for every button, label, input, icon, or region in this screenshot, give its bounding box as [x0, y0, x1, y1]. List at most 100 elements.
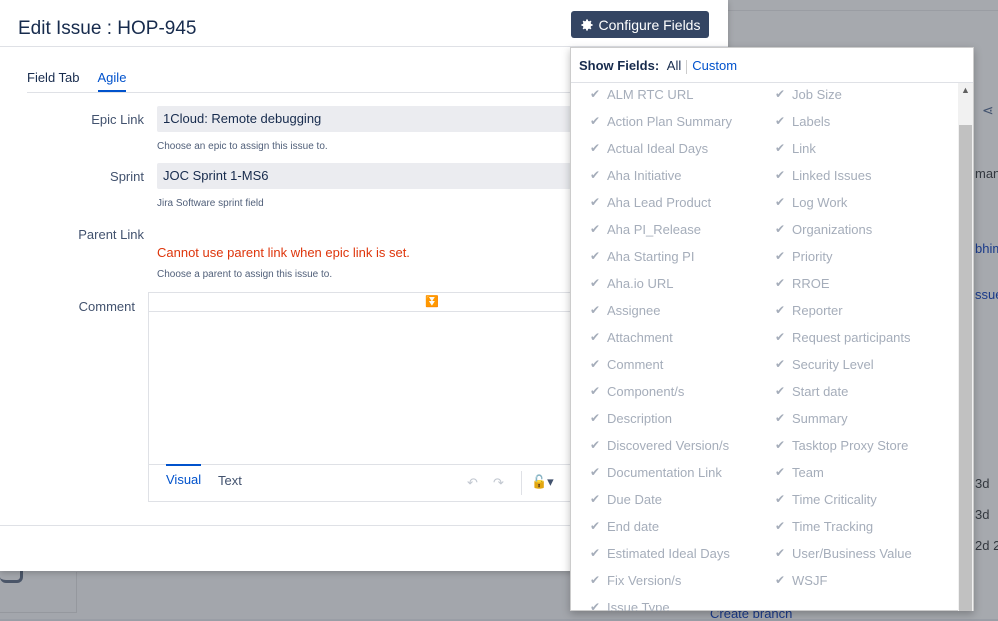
expand-toolbar-icon[interactable]: ⏬ — [425, 295, 439, 308]
field-option[interactable]: ✔ Summary — [774, 408, 848, 428]
field-option[interactable]: ✔ WSJF — [774, 570, 827, 590]
configure-fields-button[interactable]: Configure Fields — [571, 11, 709, 38]
checkmark-icon: ✔ — [589, 600, 601, 611]
field-option[interactable]: ✔ Estimated Ideal Days — [589, 543, 730, 563]
field-option[interactable]: ✔ Log Work — [774, 192, 847, 212]
field-option[interactable]: ✔ Due Date — [589, 489, 662, 509]
field-option-label: Security Level — [792, 356, 874, 372]
field-option[interactable]: ✔ User/Business Value — [774, 543, 912, 563]
popup-scrollbar[interactable]: ▲ — [958, 83, 973, 611]
field-option[interactable]: ✔ Aha Lead Product — [589, 192, 711, 212]
show-all-toggle[interactable]: All — [667, 58, 681, 73]
field-option[interactable]: ✔ Time Tracking — [774, 516, 873, 536]
field-option[interactable]: ✔ Action Plan Summary — [589, 111, 732, 131]
field-option[interactable]: ✔ Discovered Version/s — [589, 435, 729, 455]
checkmark-icon: ✔ — [589, 438, 601, 452]
field-option-label: Team — [792, 464, 824, 480]
field-option[interactable]: ✔ Attachment — [589, 327, 673, 347]
scroll-thumb[interactable] — [959, 125, 972, 611]
tab-field-tab[interactable]: Field Tab — [27, 70, 80, 92]
epic-link-field[interactable]: 1Cloud: Remote debugging — [157, 106, 577, 132]
field-option-label: Due Date — [607, 491, 662, 507]
sprint-help: Jira Software sprint field — [157, 198, 264, 209]
background-text-fragment: 3d — [975, 507, 990, 522]
field-option-label: Organizations — [792, 221, 873, 237]
parent-link-help: Choose a parent to assign this issue to. — [157, 269, 333, 280]
field-option[interactable]: ✔ Fix Version/s — [589, 570, 681, 590]
field-option[interactable]: ✔ Tasktop Proxy Store — [774, 435, 908, 455]
field-option[interactable]: ✔ Issue Type — [589, 597, 670, 612]
checkmark-icon: ✔ — [774, 573, 786, 587]
field-option[interactable]: ✔ Team — [774, 462, 824, 482]
checkmark-icon: ✔ — [589, 357, 601, 371]
field-option[interactable]: ✔ Aha.io URL — [589, 273, 674, 293]
parent-link-label: Parent Link — [78, 227, 144, 242]
tab-agile[interactable]: Agile — [97, 70, 127, 92]
header-separator — [686, 59, 688, 74]
checkmark-icon: ✔ — [589, 519, 601, 533]
checkmark-icon: ✔ — [774, 546, 786, 560]
field-option[interactable]: ✔ Aha Initiative — [589, 165, 681, 185]
field-option[interactable]: ✔ Job Size — [774, 84, 842, 104]
field-option[interactable]: ✔ RROE — [774, 273, 830, 293]
field-option[interactable]: ✔ Documentation Link — [589, 462, 722, 482]
field-option[interactable]: ✔ Aha PI_Release — [589, 219, 701, 239]
field-option[interactable]: ✔ Organizations — [774, 219, 872, 239]
checkmark-icon: ✔ — [589, 195, 601, 209]
show-custom-toggle[interactable]: Custom — [692, 58, 737, 73]
field-option-label: Aha Initiative — [607, 167, 682, 183]
field-option-label: Time Criticality — [792, 491, 877, 507]
comment-editor[interactable]: ⏬ Visual Text ↶ ↷ 🔓▾ — [148, 292, 578, 502]
checkmark-icon: ✔ — [774, 330, 786, 344]
show-fields-label: Show Fields: — [579, 58, 660, 73]
field-option[interactable]: ✔ Security Level — [774, 354, 874, 374]
field-option[interactable]: ✔ End date — [589, 516, 659, 536]
field-option-label: Linked Issues — [792, 167, 872, 183]
field-option-label: Priority — [792, 248, 833, 264]
field-option-label: Issue Type — [607, 599, 670, 612]
field-option[interactable]: ✔ Aha Starting PI — [589, 246, 694, 266]
undo-icon[interactable]: ↶ — [467, 475, 478, 491]
field-option-label: Aha Lead Product — [607, 194, 712, 210]
toolbar-separator — [521, 471, 522, 495]
checkmark-icon: ✔ — [774, 303, 786, 317]
field-option-label: Job Size — [792, 86, 842, 102]
field-option[interactable]: ✔ Reporter — [774, 300, 843, 320]
field-option-label: Aha.io URL — [607, 275, 674, 291]
sprint-field[interactable]: JOC Sprint 1-MS6 — [157, 163, 577, 189]
field-option-label: Discovered Version/s — [607, 437, 730, 453]
field-option-label: Start date — [792, 383, 849, 399]
field-option[interactable]: ✔ Assignee — [589, 300, 661, 320]
field-option[interactable]: ✔ Linked Issues — [774, 165, 872, 185]
field-option[interactable]: ✔ Start date — [774, 381, 848, 401]
security-lock-icon[interactable]: 🔓▾ — [531, 474, 554, 490]
field-option[interactable]: ✔ Actual Ideal Days — [589, 138, 708, 158]
field-option[interactable]: ✔ Description — [589, 408, 672, 428]
field-option[interactable]: ✔ Priority — [774, 246, 832, 266]
checkmark-icon: ✔ — [589, 276, 601, 290]
checkmark-icon: ✔ — [774, 411, 786, 425]
field-option[interactable]: ✔ Comment — [589, 354, 663, 374]
checkmark-icon: ✔ — [774, 114, 786, 128]
editor-tab-text[interactable]: Text — [218, 473, 242, 488]
scroll-up-arrow-icon[interactable]: ▲ — [961, 85, 970, 95]
share-icon[interactable]: ⋖ — [982, 102, 994, 119]
field-option[interactable]: ✔ Time Criticality — [774, 489, 877, 509]
epic-link-help: Choose an epic to assign this issue to. — [157, 141, 328, 152]
field-option-label: Action Plan Summary — [607, 113, 732, 129]
background-text-fragment: many — [975, 166, 998, 181]
redo-icon[interactable]: ↷ — [493, 475, 504, 491]
field-option[interactable]: ✔ ALM RTC URL — [589, 84, 693, 104]
field-option[interactable]: ✔ Request participants — [774, 327, 911, 347]
field-option-label: Comment — [607, 356, 664, 372]
field-option-label: Labels — [792, 113, 831, 129]
checkmark-icon: ✔ — [774, 438, 786, 452]
field-option[interactable]: ✔ Labels — [774, 111, 830, 131]
checkmark-icon: ✔ — [589, 573, 601, 587]
field-option[interactable]: ✔ Link — [774, 138, 816, 158]
field-option[interactable]: ✔ Component/s — [589, 381, 684, 401]
editor-tab-visual[interactable]: Visual — [166, 464, 202, 487]
field-option-label: Attachment — [607, 329, 673, 345]
checkmark-icon: ✔ — [774, 141, 786, 155]
checkmark-icon: ✔ — [774, 249, 786, 263]
